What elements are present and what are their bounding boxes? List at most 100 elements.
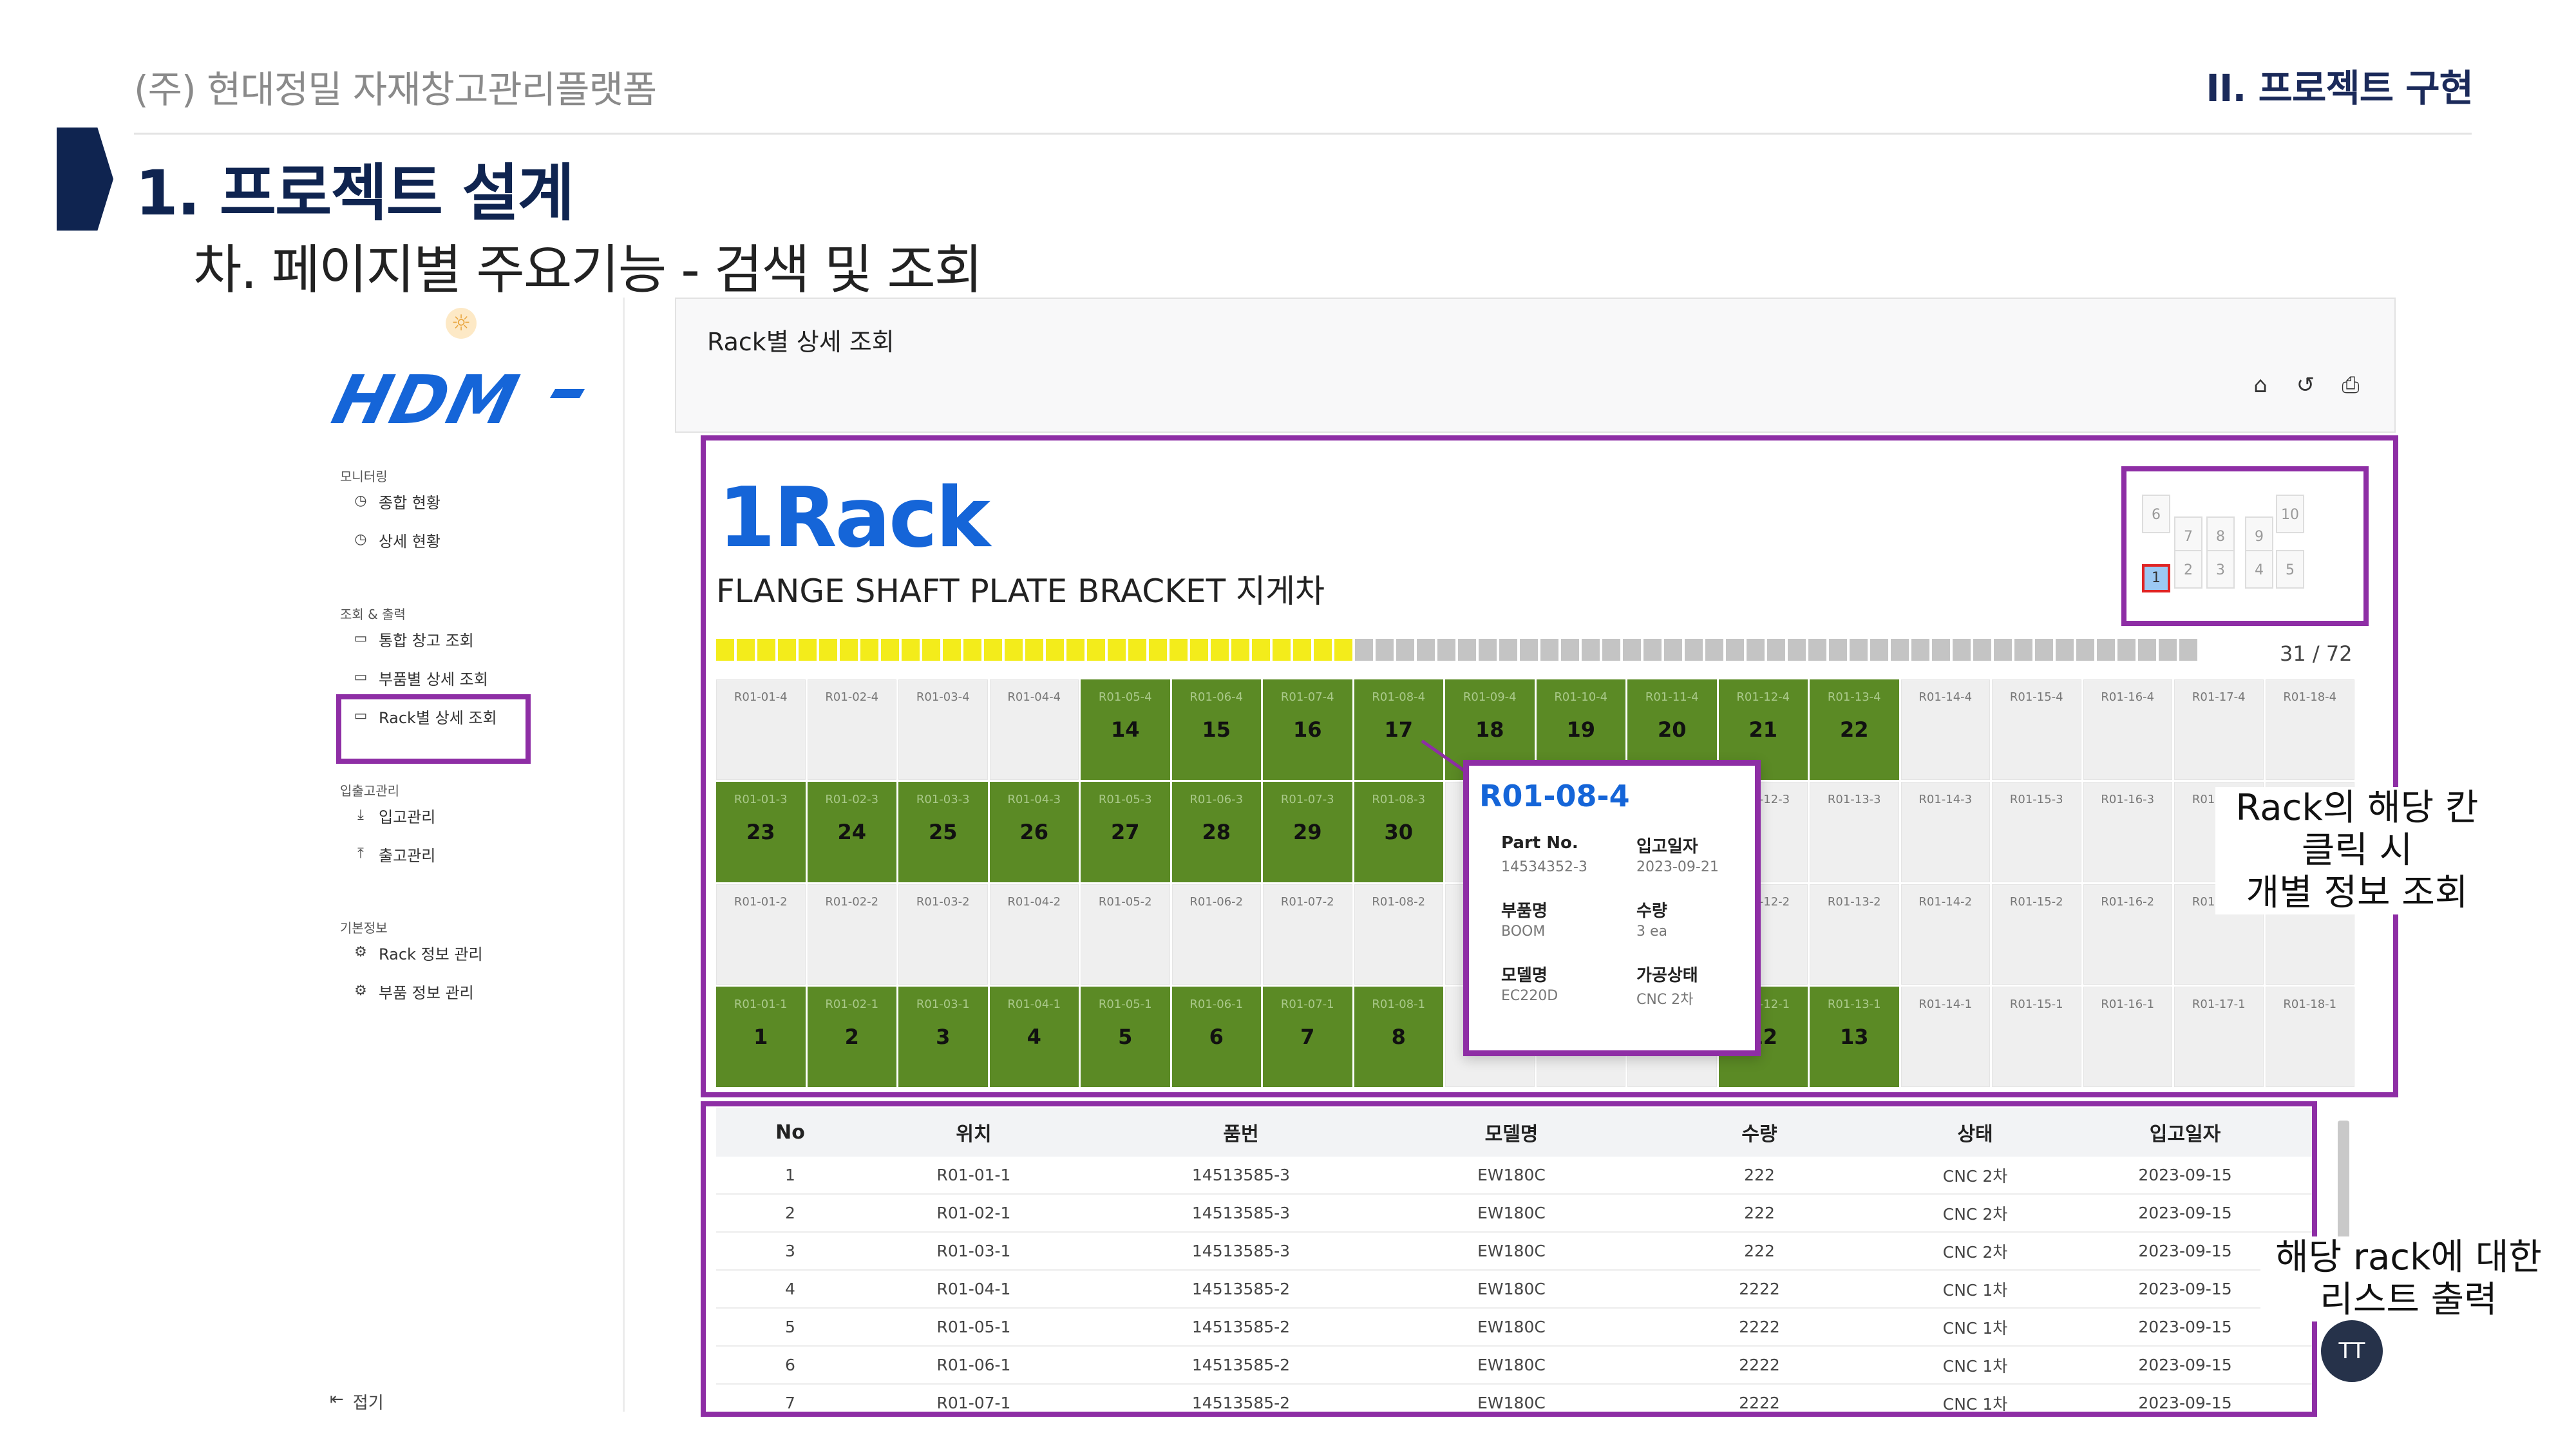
refresh-icon[interactable]: ↺ — [2293, 372, 2318, 398]
rack-cell[interactable]: R01-15-1 — [1992, 987, 2081, 1087]
rack-cell[interactable]: R01-01-3 23 — [716, 782, 806, 882]
font-size-button[interactable]: TT — [2321, 1320, 2383, 1382]
home-icon[interactable]: ⌂ — [2248, 372, 2273, 398]
rack-cell[interactable]: R01-03-4 — [898, 679, 988, 780]
rack-cell[interactable]: R01-04-4 — [989, 679, 1079, 780]
rack-cell[interactable]: R01-08-4 17 — [1354, 679, 1443, 780]
mini-map-cell[interactable]: 2 — [2174, 550, 2202, 589]
rack-cell[interactable]: R01-15-4 — [1992, 679, 2081, 780]
rack-cell[interactable]: R01-06-4 15 — [1171, 679, 1261, 780]
sidebar-item[interactable]: ⤓ 입고관리 — [353, 801, 435, 829]
rack-cell[interactable]: R01-06-3 28 — [1171, 782, 1261, 882]
rack-cell[interactable]: R01-18-4 — [2265, 679, 2354, 780]
rack-cell[interactable]: R01-14-3 — [1900, 782, 1990, 882]
rack-cell[interactable]: R01-03-3 25 — [898, 782, 988, 882]
table-row[interactable]: 7 R01-07-1 14513585-2 EW180C 2222 CNC 1차 2023-… — [716, 1385, 2315, 1412]
rack-cell[interactable]: R01-04-3 26 — [989, 782, 1079, 882]
rack-cell[interactable]: R01-13-2 — [1810, 884, 1899, 985]
mini-map-cell[interactable]: 8 — [2206, 516, 2235, 555]
table-row[interactable]: 5 R01-05-1 14513585-2 EW180C 2222 CNC 1차 2023-… — [716, 1309, 2315, 1347]
rack-cell[interactable]: R01-07-2 — [1263, 884, 1352, 985]
rack-cell[interactable]: R01-06-1 6 — [1171, 987, 1261, 1087]
collapse-button[interactable]: ⇤ 접기 — [330, 1390, 384, 1414]
rack-cell[interactable]: R01-06-2 — [1171, 884, 1261, 985]
mini-map-cell[interactable]: 1 — [2142, 564, 2170, 592]
mini-map-cell[interactable]: 10 — [2276, 495, 2304, 533]
table-row[interactable]: 2 R01-02-1 14513585-3 EW180C 222 CNC 2차 2023-0… — [716, 1195, 2315, 1233]
mini-map-cell[interactable]: 5 — [2276, 550, 2304, 589]
rack-cell[interactable]: R01-02-3 24 — [807, 782, 896, 882]
rack-cell[interactable]: R01-01-1 1 — [716, 987, 806, 1087]
table-header-cell[interactable]: 위치 — [864, 1118, 1083, 1146]
table-header-cell[interactable]: No — [716, 1121, 864, 1144]
rack-cell[interactable]: R01-16-1 — [2083, 987, 2172, 1087]
rack-cell[interactable]: R01-16-2 — [2083, 884, 2172, 985]
rack-cell[interactable]: R01-04-2 — [989, 884, 1079, 985]
table-row[interactable]: 6 R01-06-1 14513585-2 EW180C 2222 CNC 1차 2023-… — [716, 1347, 2315, 1385]
table-row[interactable]: 4 R01-04-1 14513585-2 EW180C 2222 CNC 1차 2023-… — [716, 1271, 2315, 1309]
rack-cell[interactable]: R01-13-4 22 — [1810, 679, 1899, 780]
table-row[interactable]: 1 R01-01-1 14513585-3 EW180C 222 CNC 2차 2023-0… — [716, 1157, 2315, 1195]
rack-cell[interactable]: R01-13-1 13 — [1810, 987, 1899, 1087]
sidebar-item[interactable]: ⤒ 출고관리 — [353, 840, 435, 868]
rack-cell[interactable]: R01-14-2 — [1900, 884, 1990, 985]
progress-slot-filled — [902, 639, 920, 661]
rack-cell[interactable]: R01-02-2 — [807, 884, 896, 985]
rack-cell[interactable]: R01-01-4 — [716, 679, 806, 780]
rack-cell[interactable]: R01-08-1 8 — [1354, 987, 1443, 1087]
sidebar-item[interactable]: ◷ 상세 현황 — [353, 526, 440, 554]
rack-cell[interactable]: R01-07-3 29 — [1263, 782, 1352, 882]
hdm-logo[interactable]: HDM — [325, 361, 527, 439]
sidebar-item[interactable]: ⚙ Rack 정보 관리 — [353, 938, 482, 967]
table-header-cell[interactable]: 품번 — [1083, 1118, 1399, 1146]
mini-map-cell[interactable]: 7 — [2174, 516, 2202, 555]
popup-value-in-date: 2023-09-21 — [1636, 859, 1719, 875]
rack-cell[interactable]: R01-16-4 — [2083, 679, 2172, 780]
rack-cell[interactable]: R01-16-3 — [2083, 782, 2172, 882]
rack-cell[interactable]: R01-15-3 — [1992, 782, 2081, 882]
progress-slot-empty — [1747, 639, 1765, 661]
mini-map-cell[interactable]: 4 — [2245, 550, 2273, 589]
rack-cell[interactable]: R01-13-3 — [1810, 782, 1899, 882]
mini-map-cell[interactable]: 3 — [2206, 550, 2235, 589]
sidebar-item[interactable]: ◷ 종합 현황 — [353, 487, 440, 515]
rack-cell[interactable]: R01-05-3 27 — [1081, 782, 1170, 882]
rack-cell[interactable]: R01-17-4 — [2174, 679, 2264, 780]
rack-cell[interactable]: R01-14-1 — [1900, 987, 1990, 1087]
rack-cell[interactable]: R01-01-2 — [716, 884, 806, 985]
rack-cell[interactable]: R01-08-3 30 — [1354, 782, 1443, 882]
rack-cell[interactable]: R01-04-1 4 — [989, 987, 1079, 1087]
rack-cell[interactable]: R01-03-2 — [898, 884, 988, 985]
table-header-cell[interactable]: 모델명 — [1399, 1118, 1624, 1146]
mini-map-cell[interactable]: 6 — [2142, 495, 2170, 533]
sidebar-item[interactable]: ▭ 부품별 상세 조회 — [353, 663, 488, 692]
rack-cell[interactable]: R01-05-4 14 — [1081, 679, 1170, 780]
table-header-cell[interactable]: 상태 — [1895, 1118, 2056, 1146]
sidebar-item[interactable]: ⚙ 부품 정보 관리 — [353, 977, 474, 1005]
rack-cell[interactable]: R01-17-1 — [2174, 987, 2264, 1087]
table-row[interactable]: 3 R01-03-1 14513585-3 EW180C 222 CNC 2차 2023-0… — [716, 1233, 2315, 1271]
rack-cell[interactable]: R01-02-1 2 — [807, 987, 896, 1087]
rack-cell[interactable]: R01-14-4 — [1900, 679, 1990, 780]
popup-value-model: EC220D — [1501, 988, 1558, 1004]
sidebar-item[interactable]: ▭ Rack별 상세 조회 — [353, 702, 497, 730]
rack-cell[interactable]: R01-07-1 7 — [1263, 987, 1352, 1087]
rack-cell[interactable]: R01-08-2 — [1354, 884, 1443, 985]
rack-cell[interactable]: R01-02-4 — [807, 679, 896, 780]
rack-cell[interactable]: R01-18-1 — [2265, 987, 2354, 1087]
table-scrollbar[interactable] — [2338, 1121, 2349, 1243]
table-cell: 222 — [1744, 1204, 1775, 1222]
table-header-cell[interactable]: 입고일자 — [2056, 1118, 2315, 1146]
table-header-cell[interactable]: 수량 — [1624, 1118, 1895, 1146]
mini-map-cell[interactable]: 9 — [2245, 516, 2273, 555]
rack-cell-location: R01-07-3 — [1280, 793, 1334, 806]
rack-cell[interactable]: R01-07-4 16 — [1263, 679, 1352, 780]
rack-cell[interactable]: R01-05-1 5 — [1081, 987, 1170, 1087]
rack-cell[interactable]: R01-15-2 — [1992, 884, 2081, 985]
rack-cell-location: R01-14-1 — [1918, 998, 1973, 1011]
sidebar-item[interactable]: ▭ 통합 창고 조회 — [353, 625, 474, 653]
print-icon[interactable]: ⎙ — [2338, 372, 2363, 398]
theme-toggle-icon[interactable]: ☼ — [446, 308, 477, 339]
rack-cell[interactable]: R01-03-1 3 — [898, 987, 988, 1087]
rack-cell[interactable]: R01-05-2 — [1081, 884, 1170, 985]
